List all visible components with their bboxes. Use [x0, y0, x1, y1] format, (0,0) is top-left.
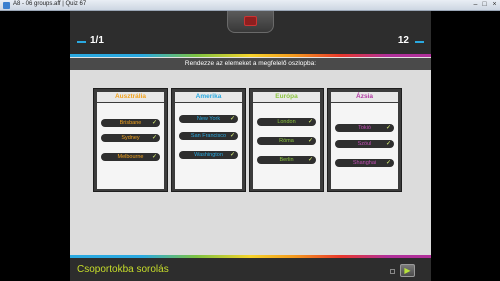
- title-bar: A8 - 06 groups.aff | Quiz 67 – □ ×: [0, 0, 500, 11]
- draggable-item[interactable]: Berlin ✓: [257, 156, 316, 164]
- check-icon: ✓: [151, 135, 157, 141]
- draggable-item[interactable]: London ✓: [257, 118, 316, 126]
- top-rainbow-stripe: [70, 54, 431, 57]
- quiz-player-window: A8 - 06 groups.aff | Quiz 67 – □ × 1/1 1…: [0, 0, 500, 281]
- footer-label: Csoportokba sorolás: [77, 264, 169, 275]
- slide-counter: 1/1: [90, 35, 104, 46]
- draggable-item[interactable]: Tokió ✓: [335, 124, 394, 132]
- app-icon: [3, 2, 10, 9]
- small-box-icon: [390, 269, 395, 274]
- draggable-item[interactable]: Róma ✓: [257, 137, 316, 145]
- check-icon: ✓: [307, 138, 313, 144]
- check-icon: ✓: [385, 125, 391, 131]
- draggable-item[interactable]: Szöul ✓: [335, 140, 394, 148]
- draggable-item[interactable]: Shanghai ✓: [335, 159, 394, 167]
- check-icon: ✓: [151, 120, 157, 126]
- menu-tab-icon: [244, 16, 257, 26]
- column-dropzone[interactable]: London ✓ Róma ✓ Berlin ✓: [253, 103, 320, 189]
- draggable-item[interactable]: Sydney ✓: [101, 134, 160, 142]
- draggable-item[interactable]: Washington ✓: [179, 151, 238, 159]
- column-header: Amerika: [175, 92, 242, 102]
- column-header: Európa: [253, 92, 320, 102]
- top-bar: 1/1 12: [70, 11, 431, 54]
- check-icon: ✓: [385, 160, 391, 166]
- column-dropzone[interactable]: New York ✓ San Francisco ✓ Washington ✓: [175, 103, 242, 189]
- quiz-stage: 1/1 12 Rendezze az elemeket a megfelelő …: [70, 11, 431, 281]
- column-amerika: Amerika New York ✓ San Francisco ✓ Washing…: [171, 88, 246, 192]
- check-icon: ✓: [385, 141, 391, 147]
- menu-tab-button[interactable]: [227, 11, 274, 33]
- right-accent: [415, 41, 424, 43]
- check-icon: ✓: [229, 116, 235, 122]
- score-counter: 12: [397, 35, 409, 46]
- instruction-text: Rendezze az elemeket a megfelelő oszlopb…: [70, 58, 431, 70]
- draggable-item[interactable]: Brisbane ✓: [101, 119, 160, 127]
- column-dropzone[interactable]: Brisbane ✓ Sydney ✓ Melbourne ✓: [97, 103, 164, 189]
- close-icon[interactable]: ×: [489, 1, 500, 9]
- check-icon: ✓: [307, 119, 313, 125]
- window-title: A8 - 06 groups.aff | Quiz 67: [13, 1, 87, 7]
- draggable-item[interactable]: New York ✓: [179, 115, 238, 123]
- draggable-item[interactable]: Melbourne ✓: [101, 153, 160, 161]
- check-icon: ✓: [307, 157, 313, 163]
- sorting-board: Ausztrália Brisbane ✓ Sydney ✓ Melbourne ✓ …: [70, 70, 431, 258]
- column-header: Ausztrália: [97, 92, 164, 102]
- column-azsia: Ázsia Tokió ✓ Szöul ✓ Shanghai ✓: [327, 88, 402, 192]
- draggable-item[interactable]: San Francisco ✓: [179, 132, 238, 140]
- column-dropzone[interactable]: Tokió ✓ Szöul ✓ Shanghai ✓: [331, 103, 398, 189]
- column-header: Ázsia: [331, 92, 398, 102]
- bottom-bar: Csoportokba sorolás ▶: [70, 258, 431, 281]
- column-europa: Európa London ✓ Róma ✓ Berlin ✓: [249, 88, 324, 192]
- left-accent: [77, 41, 86, 43]
- next-button[interactable]: ▶: [400, 264, 415, 277]
- check-icon: ✓: [229, 152, 235, 158]
- column-ausztralia: Ausztrália Brisbane ✓ Sydney ✓ Melbourne ✓: [93, 88, 168, 192]
- check-icon: ✓: [151, 154, 157, 160]
- check-icon: ✓: [229, 133, 235, 139]
